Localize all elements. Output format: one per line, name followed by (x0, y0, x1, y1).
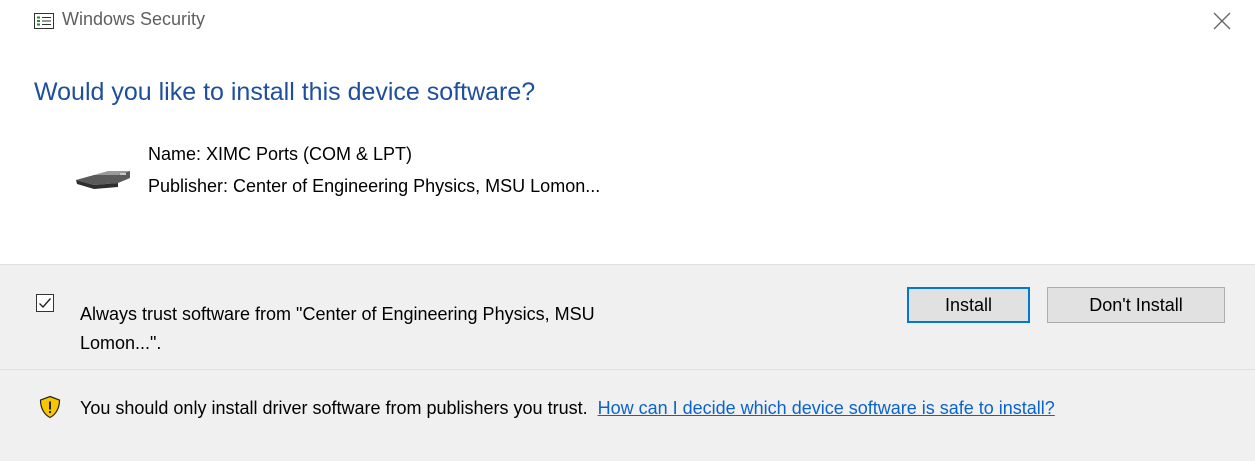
security-icon (34, 13, 54, 29)
device-name: Name: XIMC Ports (COM & LPT) (148, 144, 413, 164)
always-trust-checkbox[interactable] (36, 294, 54, 312)
warning-area: You should only install driver software … (0, 369, 1255, 461)
title-bar: Windows Security (0, 0, 1255, 40)
install-button[interactable]: Install (907, 287, 1030, 323)
warning-message: You should only install driver software … (80, 398, 588, 418)
dialog-question: Would you like to install this device so… (34, 78, 536, 106)
device-publisher: Publisher: Center of Engineering Physics… (148, 176, 601, 196)
warning-text: You should only install driver software … (80, 393, 1240, 423)
always-trust-label[interactable]: Always trust software from "Center of En… (80, 300, 640, 358)
window-title: Windows Security (62, 9, 206, 29)
checkmark-icon (39, 298, 52, 309)
device-icon (74, 166, 132, 194)
shield-warning-icon (38, 395, 62, 419)
dont-install-button[interactable]: Don't Install (1047, 287, 1225, 323)
help-link[interactable]: How can I decide which device software i… (598, 398, 1055, 418)
close-icon (1213, 12, 1231, 30)
close-button[interactable] (1209, 8, 1235, 34)
action-area: Always trust software from "Center of En… (0, 264, 1255, 369)
